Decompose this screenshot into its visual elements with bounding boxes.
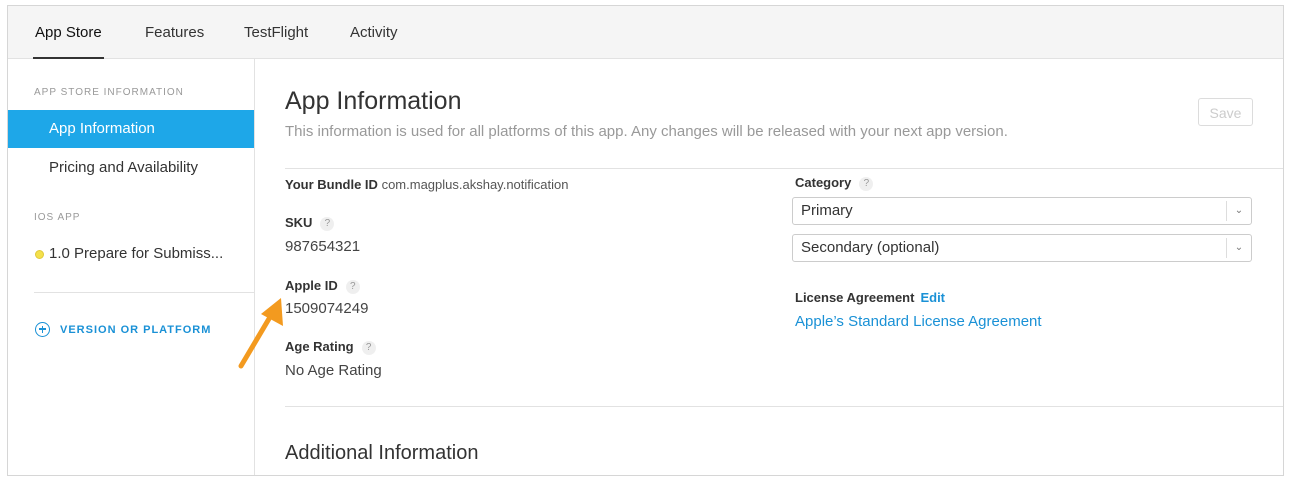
age-rating-label-row: Age Rating? xyxy=(285,339,376,355)
license-agreement-label: License Agreement xyxy=(795,290,915,305)
annotation-arrow-icon xyxy=(238,298,283,369)
sidebar-section-app-store: APP STORE INFORMATION xyxy=(34,87,184,98)
add-version-label: VERSION OR PLATFORM xyxy=(60,324,212,336)
help-icon[interactable]: ? xyxy=(345,279,360,294)
primary-category-select[interactable]: Primary ⌄ xyxy=(792,197,1252,225)
chevron-down-icon: ⌄ xyxy=(1226,238,1251,258)
license-label-row: License Agreement Edit xyxy=(795,290,945,305)
top-navigation: App Store Features TestFlight Activity xyxy=(8,6,1283,59)
sidebar-item-label: App Information xyxy=(49,120,155,137)
sidebar: APP STORE INFORMATION App Information Pr… xyxy=(8,59,255,475)
apple-id-label: Apple ID xyxy=(285,278,338,293)
tab-features[interactable]: Features xyxy=(145,6,204,58)
divider xyxy=(285,406,1283,407)
app-window: App Store Features TestFlight Activity A… xyxy=(7,5,1284,476)
license-agreement-link[interactable]: Apple’s Standard License Agreement xyxy=(795,313,1042,330)
apple-id-label-row: Apple ID? xyxy=(285,278,360,294)
license-edit-link[interactable]: Edit xyxy=(920,290,945,305)
help-icon[interactable]: ? xyxy=(361,340,376,355)
chevron-down-icon: ⌄ xyxy=(1226,201,1251,221)
page-title: App Information xyxy=(285,87,462,115)
sidebar-item-pricing[interactable]: Pricing and Availability xyxy=(8,149,254,187)
bundle-id-row: Your Bundle ID com.magplus.akshay.notifi… xyxy=(285,177,568,192)
sidebar-item-app-information[interactable]: App Information xyxy=(8,110,254,148)
help-icon[interactable]: ? xyxy=(320,216,335,231)
sidebar-divider xyxy=(34,292,254,293)
bundle-id-value: com.magplus.akshay.notification xyxy=(381,177,569,192)
category-label-row: Category? xyxy=(795,175,874,191)
add-version-button[interactable]: VERSION OR PLATFORM xyxy=(35,320,211,340)
sku-label-row: SKU? xyxy=(285,215,335,231)
sku-value: 987654321 xyxy=(285,238,361,255)
age-rating-label: Age Rating xyxy=(285,339,354,354)
category-label: Category xyxy=(795,175,852,190)
tab-activity[interactable]: Activity xyxy=(350,6,398,58)
plus-circle-icon xyxy=(35,321,50,337)
save-button[interactable]: Save xyxy=(1198,98,1253,126)
divider xyxy=(285,168,1283,169)
sidebar-section-ios-app: IOS APP xyxy=(34,212,81,223)
bundle-id-label: Your Bundle ID xyxy=(285,177,378,192)
tab-app-store[interactable]: App Store xyxy=(33,6,104,59)
secondary-category-select[interactable]: Secondary (optional) ⌄ xyxy=(792,234,1252,262)
tab-testflight[interactable]: TestFlight xyxy=(244,6,308,58)
page-subtitle: This information is used for all platfor… xyxy=(285,123,1008,140)
sidebar-item-label: Pricing and Availability xyxy=(49,159,198,176)
sidebar-item-version-1-0[interactable]: 1.0 Prepare for Submiss... xyxy=(8,235,254,273)
help-icon[interactable]: ? xyxy=(859,176,874,191)
sku-label: SKU xyxy=(285,215,313,230)
main-content: App Information This information is used… xyxy=(255,59,1283,475)
additional-information-title: Additional Information xyxy=(285,442,479,464)
apple-id-value: 1509074249 xyxy=(285,300,369,317)
status-dot-icon xyxy=(35,250,44,259)
secondary-category-value: Secondary (optional) xyxy=(801,239,940,256)
sidebar-item-label: 1.0 Prepare for Submiss... xyxy=(49,245,224,262)
primary-category-value: Primary xyxy=(801,202,853,219)
age-rating-value: No Age Rating xyxy=(285,362,382,379)
